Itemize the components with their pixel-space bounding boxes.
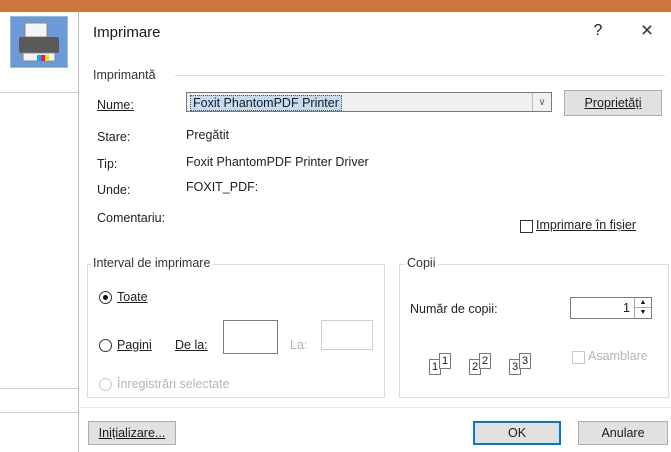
close-button[interactable]: × — [635, 19, 659, 43]
print-to-file-text: Imprimare în fișier — [536, 218, 637, 232]
from-text: De la: — [175, 338, 208, 352]
to-label: La: — [290, 338, 308, 352]
cancel-button[interactable]: Anulare — [578, 421, 668, 445]
footer-divider — [79, 407, 671, 408]
background-divider — [0, 388, 80, 389]
properties-button[interactable]: Proprietăți — [564, 90, 662, 116]
collate-label: Asamblare — [588, 349, 648, 363]
where-value: FOXIT_PDF: — [186, 180, 259, 194]
type-value: Foxit PhantomPDF Printer Driver — [186, 155, 369, 169]
name-label: Nume: — [97, 98, 134, 112]
comment-label: Comentariu: — [97, 211, 166, 225]
to-page-input[interactable] — [321, 320, 373, 350]
printer-group-label: Imprimantă — [91, 68, 158, 82]
help-button[interactable]: ? — [587, 22, 609, 40]
name-label-text: Nume: — [97, 98, 134, 112]
print-dialog: Imprimare ? × Imprimantă Nume: Foxit Pha… — [78, 12, 671, 452]
status-value: Pregătit — [186, 128, 230, 142]
chevron-down-icon[interactable]: ∨ — [532, 93, 551, 111]
arrow-up-icon[interactable]: ▲ — [635, 298, 651, 308]
collate-page: 1 — [439, 353, 451, 369]
spinner-buttons: ▲ ▼ — [634, 298, 651, 318]
collate-preview: 1 1 2 2 3 3 — [429, 343, 559, 383]
all-pages-radio[interactable] — [99, 291, 112, 304]
type-label: Tip: — [97, 157, 118, 171]
status-label: Stare: — [97, 130, 131, 144]
copies-count-label: Număr de copii: — [410, 302, 498, 316]
copies-count-text: Număr de copii: — [410, 302, 498, 316]
print-to-file-label: Imprimare în fișier — [536, 218, 636, 232]
pages-label: Pagini — [117, 338, 152, 352]
pages-text: Pagini — [117, 338, 152, 352]
ok-button[interactable]: OK — [473, 421, 561, 445]
pages-radio[interactable] — [99, 339, 112, 352]
print-to-file-checkbox[interactable] — [520, 220, 533, 233]
printer-group-divider — [175, 75, 665, 76]
radio-selected-dot — [103, 295, 108, 300]
printer-name-select[interactable]: Foxit PhantomPDF Printer ∨ — [186, 92, 552, 112]
arrow-down-icon[interactable]: ▼ — [635, 308, 651, 317]
selection-radio[interactable] — [99, 378, 112, 391]
selection-label: Înregistrări selectate — [117, 377, 230, 391]
dialog-title: Imprimare — [93, 24, 161, 41]
where-label: Unde: — [97, 183, 131, 197]
background-app-toolbar — [0, 0, 671, 12]
collate-checkbox[interactable] — [572, 351, 585, 364]
collate-page: 2 — [479, 353, 491, 369]
background-divider — [0, 412, 80, 413]
setup-button-label: Inițializare... — [98, 426, 166, 440]
copies-label: Copii — [405, 256, 438, 270]
printer-icon — [10, 16, 68, 68]
copies-count-value: 1 — [623, 301, 630, 315]
print-range-label: Interval de imprimare — [91, 256, 213, 270]
printer-name-value: Foxit PhantomPDF Printer — [190, 95, 342, 111]
properties-button-label: Proprietăți — [584, 96, 642, 110]
from-label: De la: — [175, 338, 208, 352]
setup-button[interactable]: Inițializare... — [88, 421, 176, 445]
background-divider — [0, 92, 80, 93]
collate-page: 3 — [519, 353, 531, 369]
all-pages-text: Toate — [117, 290, 148, 304]
copies-count-spinner[interactable]: 1 ▲ ▼ — [570, 297, 652, 319]
all-pages-label: Toate — [117, 290, 148, 304]
from-page-input[interactable] — [223, 320, 278, 354]
